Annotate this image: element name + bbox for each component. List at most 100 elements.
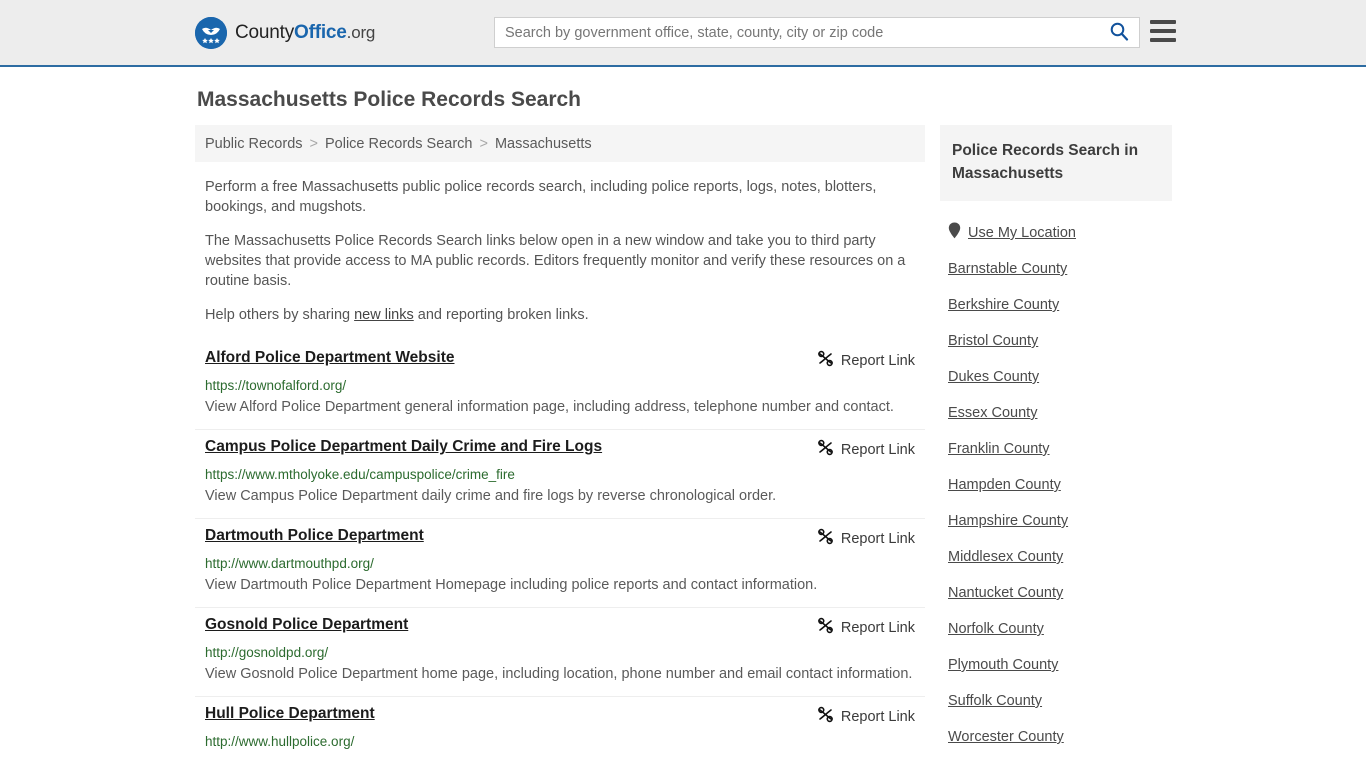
result-header: Hull Police Department Report Link <box>205 705 915 728</box>
site-header: CountyOffice.org <box>0 0 1366 67</box>
result-item: Alford Police Department Website Report … <box>195 341 925 429</box>
result-item: Hull Police Department Report Link http:… <box>195 696 925 761</box>
intro-text-after-link: and reporting broken links. <box>413 307 589 323</box>
sidebar-item-dukes-county[interactable]: Dukes County <box>940 359 1172 395</box>
county-link[interactable]: Suffolk County <box>948 693 1042 709</box>
county-link[interactable]: Hampden County <box>948 477 1061 493</box>
result-item: Campus Police Department Daily Crime and… <box>195 429 925 518</box>
result-item: Gosnold Police Department Report Link ht… <box>195 607 925 696</box>
county-link[interactable]: Norfolk County <box>948 621 1044 637</box>
county-link[interactable]: Franklin County <box>948 441 1050 457</box>
brand-wordmark: CountyOffice.org <box>235 22 375 44</box>
result-title-link[interactable]: Campus Police Department Daily Crime and… <box>205 438 602 456</box>
county-link[interactable]: Nantucket County <box>948 585 1063 601</box>
result-header: Campus Police Department Daily Crime and… <box>205 438 915 461</box>
result-url: https://townofalford.org/ <box>205 378 347 393</box>
broken-link-icon <box>817 617 834 639</box>
report-link-button[interactable]: Report Link <box>817 438 915 461</box>
county-office-logo-icon <box>195 17 227 49</box>
search-bar[interactable] <box>494 17 1140 48</box>
result-title-link[interactable]: Hull Police Department <box>205 705 375 723</box>
sidebar-item-plymouth-county[interactable]: Plymouth County <box>940 647 1172 683</box>
county-link[interactable]: Berkshire County <box>948 297 1059 313</box>
result-description: View Campus Police Department daily crim… <box>205 488 777 504</box>
result-header: Alford Police Department Website Report … <box>205 349 915 372</box>
broken-link-icon <box>817 439 834 461</box>
county-link[interactable]: Essex County <box>948 405 1037 421</box>
intro-paragraph-2: The Massachusetts Police Records Search … <box>205 233 906 289</box>
sidebar-item-essex-county[interactable]: Essex County <box>940 395 1172 431</box>
result-header: Gosnold Police Department Report Link <box>205 616 915 639</box>
sidebar-item-worcester-county[interactable]: Worcester County <box>940 719 1172 755</box>
page-title: Massachusetts Police Records Search <box>197 88 582 111</box>
new-links-link[interactable]: new links <box>354 307 414 323</box>
report-link-button[interactable]: Report Link <box>817 616 915 639</box>
county-link[interactable]: Middlesex County <box>948 549 1063 565</box>
results-list: Alford Police Department Website Report … <box>195 341 925 761</box>
use-my-location-link[interactable]: Use My Location <box>968 225 1076 241</box>
main-content: Public Records > Police Records Search >… <box>195 125 925 761</box>
breadcrumb-item-public-records[interactable]: Public Records <box>205 136 303 152</box>
sidebar-item-suffolk-county[interactable]: Suffolk County <box>940 683 1172 719</box>
intro-text-before-link: Help others by sharing <box>205 307 355 323</box>
result-url: http://gosnoldpd.org/ <box>205 645 329 660</box>
report-link-label: Report Link <box>840 531 915 547</box>
sidebar-item-hampden-county[interactable]: Hampden County <box>940 467 1172 503</box>
breadcrumb-separator: > <box>479 135 488 152</box>
sidebar-item-nantucket-county[interactable]: Nantucket County <box>940 575 1172 611</box>
report-link-label: Report Link <box>840 709 915 725</box>
site-logo-link[interactable]: CountyOffice.org <box>195 17 375 49</box>
report-link-button[interactable]: Report Link <box>817 349 915 372</box>
sidebar-item-berkshire-county[interactable]: Berkshire County <box>940 287 1172 323</box>
sidebar-item-hampshire-county[interactable]: Hampshire County <box>940 503 1172 539</box>
result-title-link[interactable]: Dartmouth Police Department <box>205 527 424 545</box>
sidebar-county-list: Use My Location Barnstable County Berksh… <box>940 201 1172 755</box>
sidebar-header-panel: Police Records Search in Massachusetts <box>940 125 1172 201</box>
result-title-link[interactable]: Alford Police Department Website <box>205 349 454 367</box>
result-url: https://www.mtholyoke.edu/campuspolice/c… <box>205 467 515 482</box>
report-link-label: Report Link <box>840 620 915 636</box>
search-button[interactable] <box>1099 18 1139 47</box>
broken-link-icon <box>817 528 834 550</box>
sidebar-item-bristol-county[interactable]: Bristol County <box>940 323 1172 359</box>
result-item: Dartmouth Police Department Report Link <box>195 518 925 607</box>
search-icon <box>1109 21 1129 44</box>
report-link-label: Report Link <box>840 442 915 458</box>
breadcrumb-item-police-records-search[interactable]: Police Records Search <box>325 136 473 152</box>
broken-link-icon <box>817 706 834 728</box>
brand-text-dotorg: .org <box>346 23 376 42</box>
sidebar-item-franklin-county[interactable]: Franklin County <box>940 431 1172 467</box>
sidebar-item-norfolk-county[interactable]: Norfolk County <box>940 611 1172 647</box>
result-description: View Gosnold Police Department home page… <box>205 666 913 682</box>
intro-paragraph-3: Help others by sharing new links and rep… <box>195 291 925 325</box>
sidebar-title: Police Records Search in Massachusetts <box>952 142 1139 182</box>
result-url: http://www.hullpolice.org/ <box>205 734 355 749</box>
sidebar-item-use-my-location[interactable]: Use My Location <box>940 215 1172 251</box>
broken-link-icon <box>817 350 834 372</box>
intro-paragraph-1: Perform a free Massachusetts public poli… <box>205 179 877 215</box>
county-link[interactable]: Barnstable County <box>948 261 1067 277</box>
county-link[interactable]: Bristol County <box>948 333 1038 349</box>
sidebar: Police Records Search in Massachusetts U… <box>940 125 1172 768</box>
sidebar-item-barnstable-county[interactable]: Barnstable County <box>940 251 1172 287</box>
result-url: http://www.dartmouthpd.org/ <box>205 556 374 571</box>
hamburger-menu-icon[interactable] <box>1150 20 1176 42</box>
result-description: View Alford Police Department general in… <box>205 399 894 415</box>
search-input[interactable] <box>495 18 1099 47</box>
county-link[interactable]: Dukes County <box>948 369 1039 385</box>
report-link-button[interactable]: Report Link <box>817 705 915 728</box>
county-link[interactable]: Plymouth County <box>948 657 1058 673</box>
breadcrumb: Public Records > Police Records Search >… <box>195 125 925 162</box>
brand-text-county: County <box>235 22 295 43</box>
report-link-button[interactable]: Report Link <box>817 527 915 550</box>
county-link[interactable]: Worcester County <box>948 729 1064 745</box>
map-pin-icon <box>948 222 961 244</box>
county-link[interactable]: Hampshire County <box>948 513 1068 529</box>
breadcrumb-separator: > <box>309 135 318 152</box>
result-header: Dartmouth Police Department Report Link <box>205 527 915 550</box>
report-link-label: Report Link <box>840 353 915 369</box>
brand-text-office: Office <box>294 22 347 43</box>
sidebar-item-middlesex-county[interactable]: Middlesex County <box>940 539 1172 575</box>
result-title-link[interactable]: Gosnold Police Department <box>205 616 408 634</box>
breadcrumb-item-massachusetts[interactable]: Massachusetts <box>495 136 592 152</box>
